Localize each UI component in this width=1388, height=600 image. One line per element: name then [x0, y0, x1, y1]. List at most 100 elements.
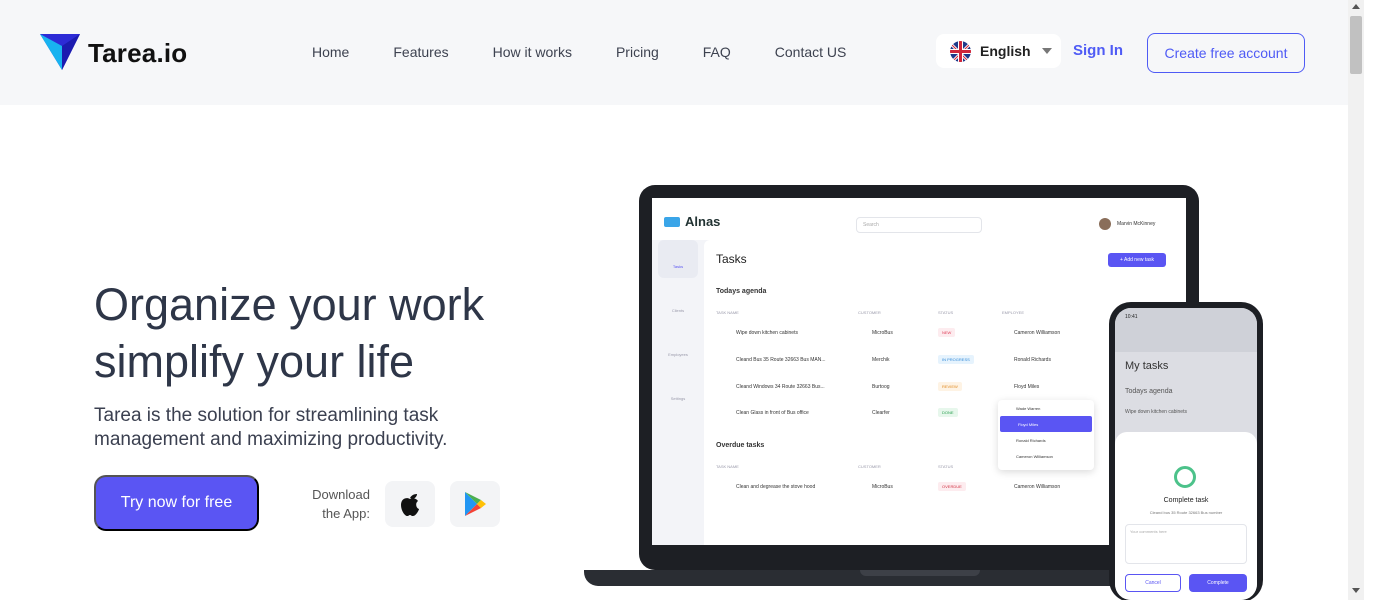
phone-title: My tasks: [1125, 360, 1169, 372]
app-side-settings: Settings: [670, 396, 686, 401]
brand-name: Tarea.io: [88, 37, 188, 68]
brand-logo[interactable]: Tarea.io: [40, 34, 187, 72]
table-row: Clean and degrease the stove hood MicroB…: [716, 479, 1116, 497]
comments-field: Your comments here: [1125, 524, 1247, 564]
app-logo-icon: [664, 216, 680, 227]
app-side-tasks: Tasks: [658, 240, 698, 278]
row-employee: Cameron Williamson: [1014, 330, 1061, 336]
row-name: Wipe down kitchen cabinets: [736, 330, 798, 336]
main-nav: Home Features How it works Pricing FAQ C…: [290, 44, 868, 60]
sheet-cancel-button: Cancel: [1125, 574, 1181, 592]
laptop-screen: Alnas Search Marvin McKinney Tasks Clien…: [652, 198, 1186, 545]
hero-title-line1: Organize your work: [94, 279, 485, 330]
dropdown-item-selected: Floyd Miles: [1000, 416, 1092, 432]
check-circle-icon: [1174, 466, 1196, 488]
status-badge: IN PROGRESS: [938, 355, 974, 364]
scroll-up-icon[interactable]: [1352, 4, 1360, 9]
col-task-name: TASK NAME: [716, 464, 739, 469]
download-label: Download the App:: [300, 485, 370, 523]
row-employee: Floyd Miles: [1014, 384, 1040, 390]
phone-screen: 10:41 My tasks Todays agenda Wipe down k…: [1115, 308, 1257, 600]
app-logo: Alnas: [664, 214, 720, 229]
logo-icon: [40, 34, 80, 70]
avatar: [1099, 218, 1111, 230]
sheet-title: Complete task: [1163, 497, 1209, 504]
google-play-button[interactable]: [450, 481, 500, 527]
page-scrollbar[interactable]: [1348, 0, 1364, 600]
nav-features[interactable]: Features: [393, 44, 448, 60]
hero-title: Organize your work simplify your life: [94, 276, 574, 390]
col-customer: CUSTOMER: [858, 464, 881, 469]
phone-topbar: 10:41: [1115, 308, 1257, 352]
sheet-subtitle: Cleand bus 35 Route 32663 Bus number: [1149, 510, 1223, 515]
col-status: STATUS: [938, 310, 954, 315]
app-user: Marvin McKinney: [1099, 218, 1155, 230]
complete-task-sheet: Complete task Cleand bus 35 Route 32663 …: [1115, 432, 1257, 600]
status-badge: OVERDUE: [938, 482, 966, 491]
sign-in-link[interactable]: Sign In: [1073, 42, 1123, 59]
landing-page: Tarea.io Home Features How it works Pric…: [0, 0, 1388, 600]
laptop-notch: [860, 570, 980, 576]
table-row: Cleand Windows 34 Route 32663 Bus... Bur…: [716, 379, 1116, 397]
dropdown-item: Ronald Richards: [1016, 438, 1046, 443]
chevron-down-icon: [1042, 48, 1052, 54]
employee-dropdown: Wade Warren Floyd Miles Ronald Richards …: [998, 400, 1094, 470]
row-employee: Ronald Richards: [1014, 357, 1051, 363]
app-store-button[interactable]: [385, 481, 435, 527]
nav-home[interactable]: Home: [312, 44, 349, 60]
create-account-button[interactable]: Create free account: [1147, 33, 1305, 73]
nav-faq[interactable]: FAQ: [703, 44, 731, 60]
col-task-name: TASK NAME: [716, 310, 739, 315]
status-badge: DONE: [938, 408, 958, 417]
app-sidebar: Tasks Clients Employees Settings: [658, 240, 698, 545]
row-name: Cleand Bus 35 Route 32663 Bus MAN...: [736, 357, 826, 363]
row-name: Clean Glass in front of Bus office: [736, 410, 809, 416]
phone-item: Wipe down kitchen cabinets: [1125, 409, 1187, 415]
table-row: Cleand Bus 35 Route 32663 Bus MAN... Mer…: [716, 352, 1116, 370]
try-now-button[interactable]: Try now for free: [94, 475, 259, 531]
phone-time: 10:41: [1125, 314, 1138, 320]
app-agenda-title: Todays agenda: [716, 288, 767, 295]
app-user-name: Marvin McKinney: [1117, 221, 1156, 227]
download-label-line1: Download: [312, 487, 370, 502]
row-customer: Burtoog: [872, 384, 890, 390]
row-customer: MicroBus: [872, 330, 893, 336]
scroll-down-icon[interactable]: [1352, 588, 1360, 593]
table-row: Wipe down kitchen cabinets MicroBus NEW …: [716, 325, 1116, 343]
col-customer: CUSTOMER: [858, 310, 881, 315]
col-employee: EMPLOYEE: [1002, 310, 1025, 315]
row-customer: MicroBus: [872, 484, 893, 490]
row-customer: Merchik: [872, 357, 890, 363]
status-badge: REVIEW: [938, 382, 962, 391]
nav-how-it-works[interactable]: How it works: [493, 44, 572, 60]
app-side-clients: Clients: [671, 308, 685, 313]
app-topbar: Alnas Search Marvin McKinney: [652, 198, 1186, 240]
status-badge: NEW: [938, 328, 956, 337]
app-add-task-button: + Add new task: [1108, 253, 1166, 267]
row-name: Cleand Windows 34 Route 32663 Bus...: [736, 384, 825, 390]
top-header: Tarea.io Home Features How it works Pric…: [0, 0, 1348, 105]
uk-flag-icon: [950, 40, 971, 62]
hero-subtitle: Tarea is the solution for streamlining t…: [94, 405, 448, 450]
download-label-line2: the App:: [322, 506, 370, 521]
nav-contact[interactable]: Contact US: [775, 44, 847, 60]
google-play-icon: [465, 492, 486, 516]
dropdown-item: Cameron Williamson: [1016, 454, 1053, 459]
row-name: Clean and degrease the stove hood: [736, 484, 816, 490]
language-selector[interactable]: English: [936, 34, 1061, 68]
apple-icon: [401, 494, 419, 516]
scroll-thumb[interactable]: [1350, 16, 1362, 74]
nav-pricing[interactable]: Pricing: [616, 44, 659, 60]
phone-agenda: Todays agenda: [1125, 388, 1173, 395]
app-brand: Alnas: [685, 214, 721, 229]
app-side-employees: Employees: [668, 352, 688, 357]
row-customer: Clearfer: [872, 410, 890, 416]
right-margin: [1364, 0, 1388, 600]
dropdown-item: Wade Warren: [1016, 406, 1041, 411]
app-overdue-title: Overdue tasks: [716, 442, 765, 449]
row-employee: Cameron Williamson: [1014, 484, 1061, 490]
language-label: English: [980, 43, 1031, 59]
sheet-complete-button: Complete: [1189, 574, 1247, 592]
hero-title-line2: simplify your life: [94, 336, 415, 387]
app-tasks-title: Tasks: [716, 252, 747, 266]
